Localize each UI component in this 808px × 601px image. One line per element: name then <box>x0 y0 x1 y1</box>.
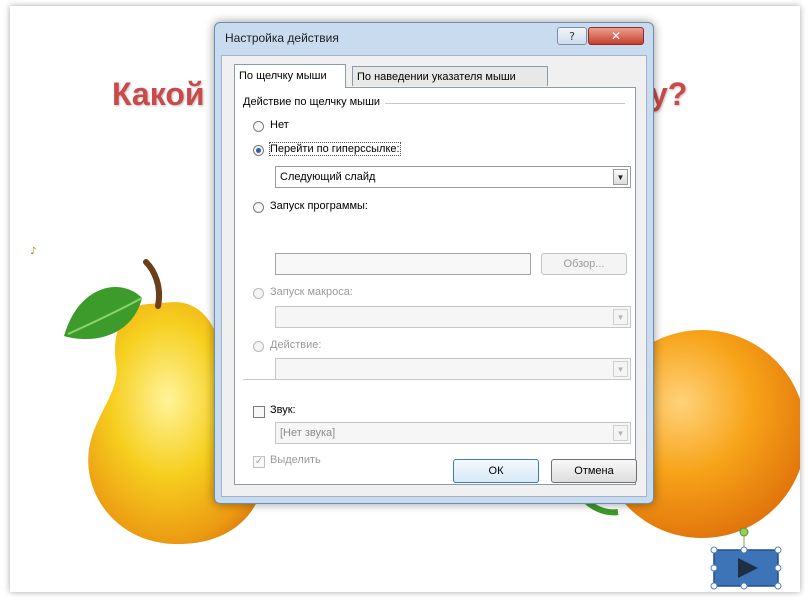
chevron-down-icon[interactable]: ▼ <box>613 361 628 377</box>
dialog-client-area: По щелчку мыши По наведении указателя мы… <box>221 55 647 497</box>
section-divider <box>243 379 629 380</box>
sound-icon[interactable]: ♪ <box>30 246 40 258</box>
highlight-checkbox[interactable]: ✓ <box>253 456 265 468</box>
radio-none-label[interactable]: Нет <box>270 119 289 131</box>
play-sound-label[interactable]: Звук: <box>270 404 296 416</box>
macro-select[interactable]: ▼ <box>275 306 631 328</box>
help-button[interactable]: ? <box>557 27 587 45</box>
chevron-down-icon[interactable]: ▼ <box>613 425 628 441</box>
radio-run-program-label[interactable]: Запуск программы: <box>270 200 368 212</box>
play-sound-checkbox[interactable] <box>253 406 265 418</box>
object-action-select[interactable]: ▼ <box>275 358 631 380</box>
action-settings-dialog: Настройка действия ? ✕ По щелчку мыши По… <box>214 22 654 504</box>
browse-button[interactable]: Обзор... <box>541 253 627 275</box>
radio-run-macro[interactable] <box>253 288 264 299</box>
radio-none[interactable] <box>253 121 264 132</box>
sound-select-value: [Нет звука] <box>280 427 336 439</box>
radio-run-program[interactable] <box>253 202 264 213</box>
hyperlink-select[interactable]: Следующий слайд ▼ <box>275 166 631 188</box>
ok-button[interactable]: ОК <box>453 459 539 483</box>
radio-hyperlink[interactable] <box>253 145 264 156</box>
program-path-input[interactable] <box>275 253 531 275</box>
radio-object-action[interactable] <box>253 341 264 352</box>
slide-title-right: у? <box>650 76 688 112</box>
radio-hyperlink-label[interactable]: Перейти по гиперссылке: <box>269 142 401 156</box>
dialog-titlebar[interactable]: Настройка действия ? ✕ <box>215 23 653 53</box>
tab-mouse-over[interactable]: По наведении указателя мыши <box>352 66 548 86</box>
cancel-button[interactable]: Отмена <box>551 459 637 483</box>
group-title: Действие по щелчку мыши <box>243 96 385 108</box>
sound-select[interactable]: [Нет звука] ▼ <box>275 422 631 444</box>
tab-mouse-click[interactable]: По щелчку мыши <box>234 64 346 88</box>
tab-panel: Действие по щелчку мыши Нет Перейти по г… <box>234 87 636 485</box>
hyperlink-select-value: Следующий слайд <box>280 171 376 183</box>
dialog-title: Настройка действия <box>225 31 339 45</box>
chevron-down-icon[interactable]: ▼ <box>613 169 628 185</box>
slide-title-left: Какой <box>112 76 205 112</box>
action-button-shape[interactable] <box>710 526 800 592</box>
radio-run-macro-label[interactable]: Запуск макроса: <box>270 286 353 298</box>
radio-object-action-label[interactable]: Действие: <box>270 339 321 351</box>
close-button[interactable]: ✕ <box>588 27 644 45</box>
highlight-label[interactable]: Выделить <box>270 454 321 466</box>
group-divider <box>385 103 625 104</box>
chevron-down-icon[interactable]: ▼ <box>613 309 628 325</box>
